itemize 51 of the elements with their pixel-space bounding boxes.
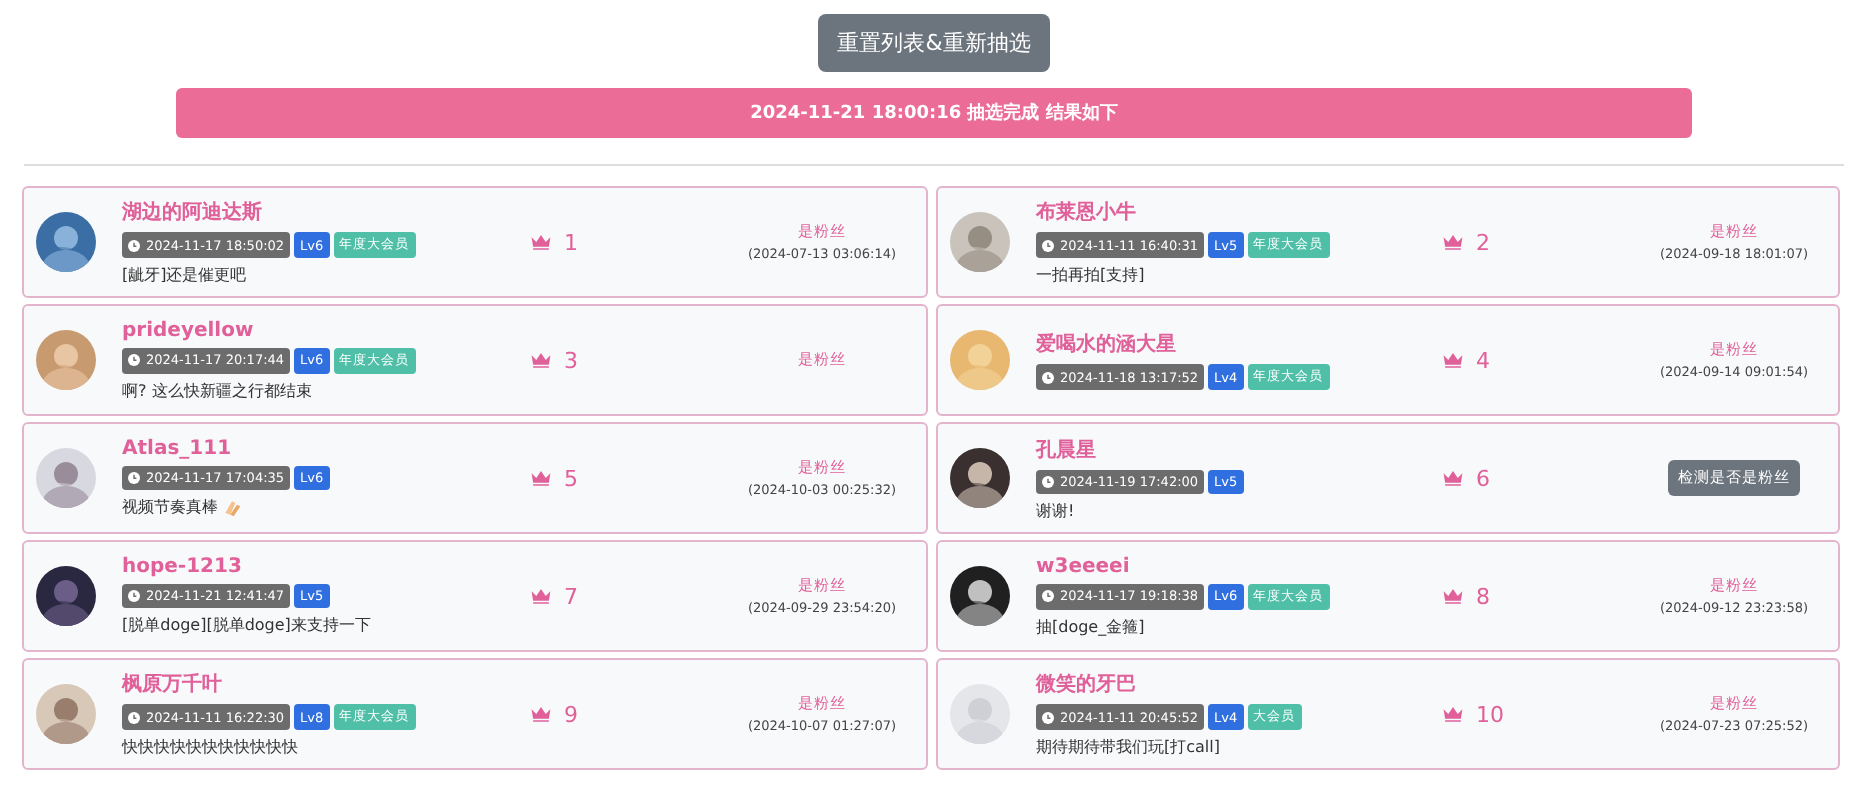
rank-number: 8 <box>1476 583 1490 609</box>
rank-number: 5 <box>564 465 578 491</box>
rank-number: 4 <box>1476 347 1490 373</box>
comment-text: 快快快快快快快快快快快 <box>122 736 298 758</box>
user-name: 爱喝水的涵大星 <box>1036 331 1178 358</box>
rank-number: 3 <box>564 347 578 373</box>
clock-icon <box>128 711 140 723</box>
clock-icon <box>128 354 140 366</box>
crown-icon <box>1442 706 1464 722</box>
result-banner: 2024-11-21 18:00:16 抽选完成 结果如下 <box>176 88 1692 138</box>
user-name: prideyellow <box>122 319 256 341</box>
user-name: hope-1213 <box>122 556 244 578</box>
comment-text: 视频节奏真棒 <box>122 496 218 518</box>
crown-icon <box>1442 234 1464 250</box>
comment-text: 一拍再拍[支持] <box>1036 264 1145 286</box>
comment-text: 啊? 这么快新疆之行都结束 <box>122 379 312 401</box>
crown-icon <box>1442 470 1464 486</box>
comment-text: 谢谢! <box>1036 499 1075 521</box>
comment-text: 抽[doge_金箍] <box>1036 615 1145 637</box>
crown-icon <box>1442 352 1464 368</box>
clock-icon <box>1042 590 1054 602</box>
user-name: 布莱恩小牛 <box>1036 199 1138 226</box>
rank-number: 6 <box>1476 465 1490 491</box>
comment-text: 期待期待带我们玩[打call] <box>1036 736 1220 758</box>
comment-text: [脱单doge][脱单doge]来支持一下 <box>122 614 371 636</box>
user-name: 孔晨星 <box>1036 437 1098 463</box>
rank-number: 1 <box>564 229 578 255</box>
clock-icon <box>1042 475 1054 487</box>
user-name: 微笑的牙巴 <box>1036 671 1138 698</box>
crown-icon <box>530 352 552 368</box>
crown-icon <box>530 234 552 250</box>
user-name: Atlas_111 <box>122 438 234 460</box>
crown-icon <box>530 588 552 604</box>
clock-icon <box>1042 711 1054 723</box>
rank-number: 7 <box>564 583 578 609</box>
user-name: w3eeeei <box>1036 555 1132 577</box>
clock-icon <box>128 472 140 484</box>
rank-number: 10 <box>1476 701 1504 727</box>
rank-number: 9 <box>564 701 578 727</box>
comment-text: [龇牙]还是催更吧 <box>122 264 247 286</box>
clock-icon <box>128 590 140 602</box>
clock-icon <box>128 239 140 251</box>
user-name: 枫原万千叶 <box>122 671 224 698</box>
clock-icon <box>1042 239 1054 251</box>
crown-icon <box>530 706 552 722</box>
crown-icon <box>1442 588 1464 604</box>
clock-icon <box>1042 371 1054 383</box>
rank-number: 2 <box>1476 229 1490 255</box>
user-name: 湖边的阿迪达斯 <box>122 199 264 226</box>
crown-icon <box>530 470 552 486</box>
reset-button[interactable]: 重置列表&重新抽选 <box>817 14 1051 72</box>
